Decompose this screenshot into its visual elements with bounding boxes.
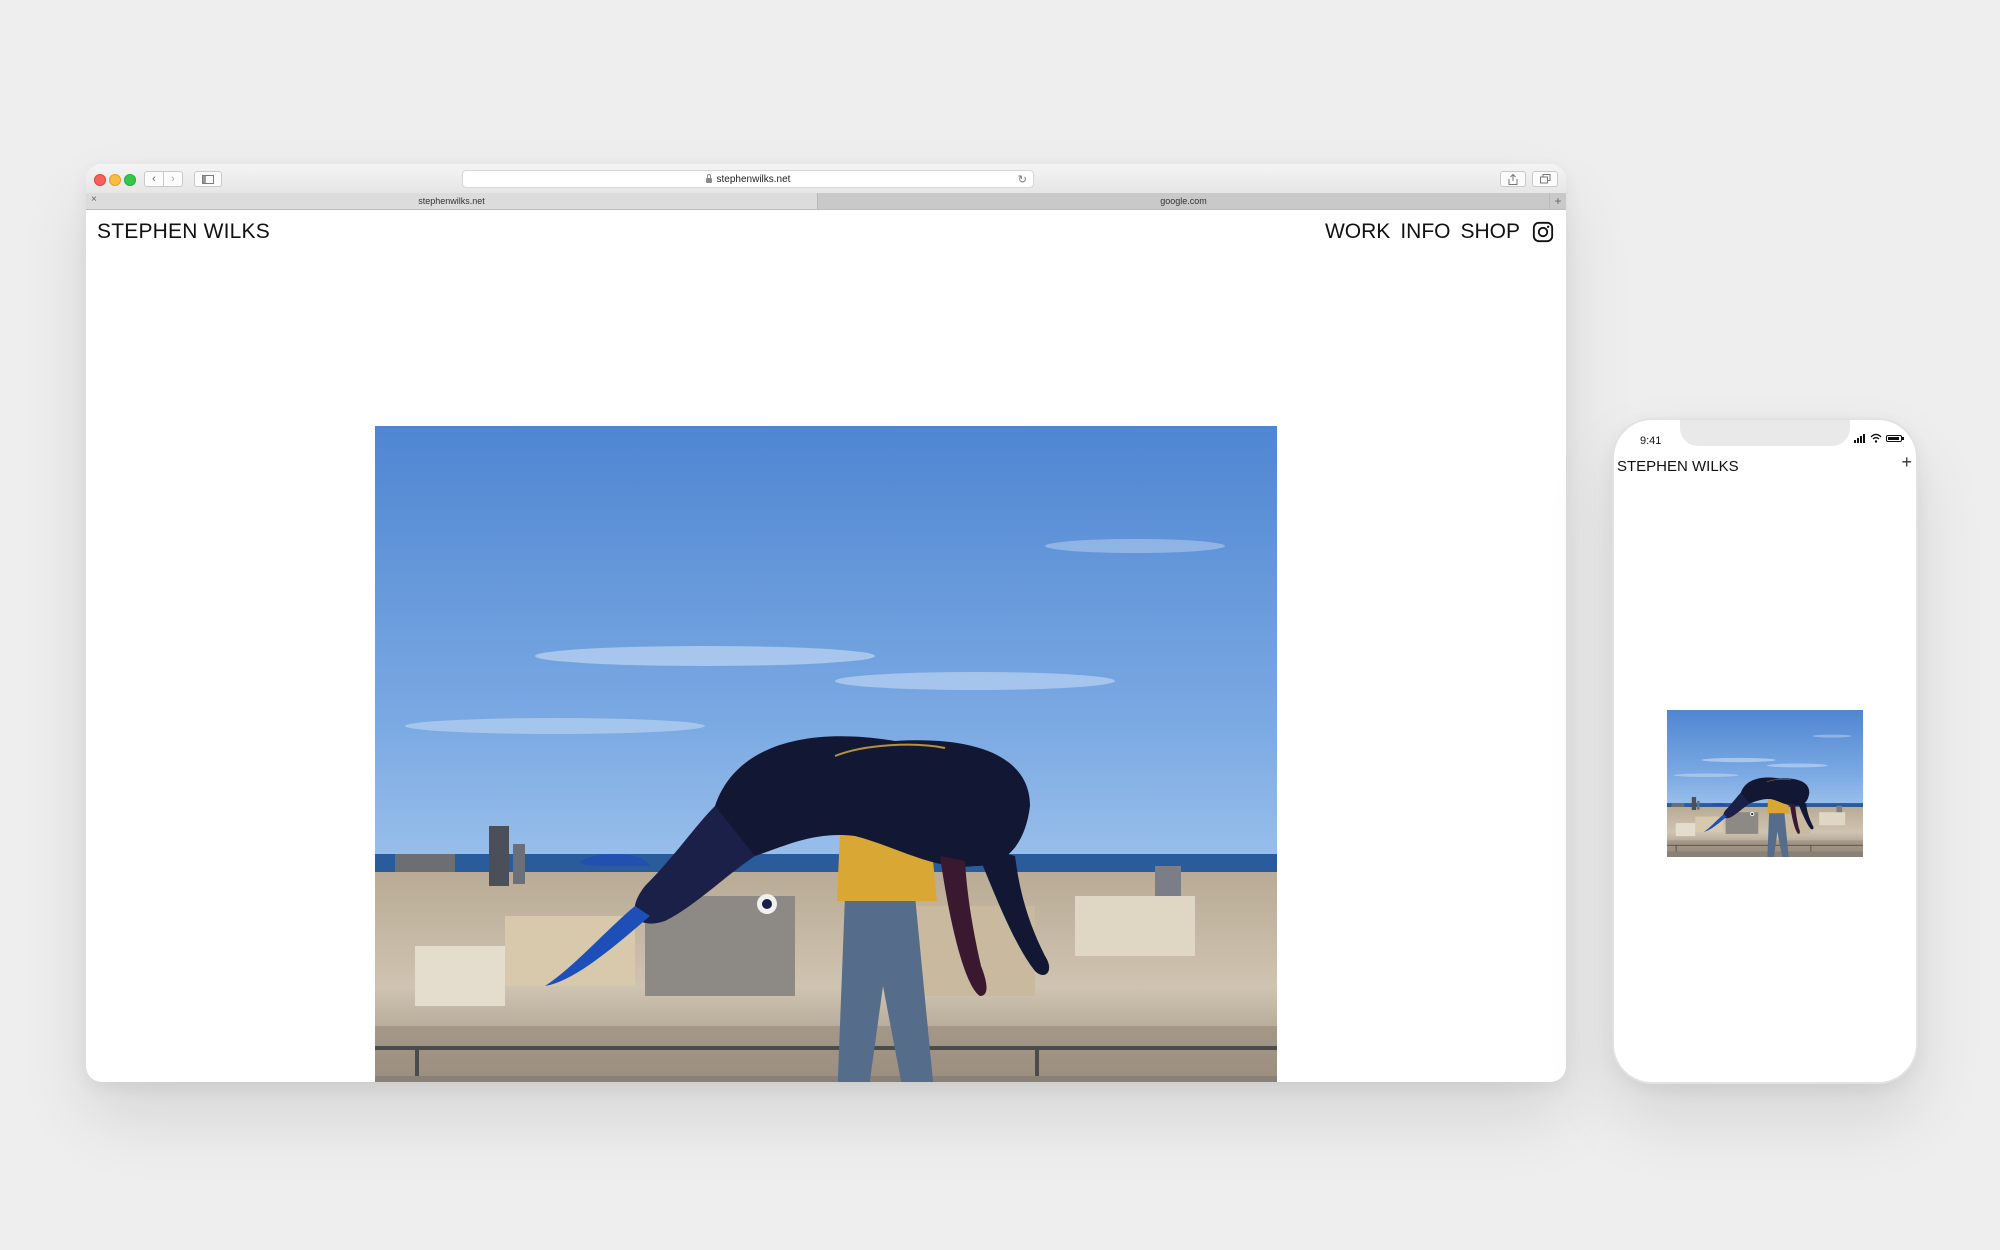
site-title[interactable]: STEPHEN WILKS xyxy=(97,220,270,244)
tab-google[interactable]: google.com xyxy=(818,193,1549,209)
nav-link-shop[interactable]: SHOP xyxy=(1460,220,1520,244)
nav-link-info[interactable]: INFO xyxy=(1400,220,1450,244)
zoom-window-button[interactable] xyxy=(124,174,136,186)
url-text: stephenwilks.net xyxy=(716,173,791,185)
close-window-button[interactable] xyxy=(94,174,106,186)
tab-stephenwilks[interactable]: × stephenwilks.net xyxy=(86,193,818,209)
phone-notch xyxy=(1680,420,1850,446)
minimize-window-button[interactable] xyxy=(109,174,121,186)
nav-link-work[interactable]: WORK xyxy=(1325,220,1390,244)
plus-menu-icon[interactable]: + xyxy=(1901,452,1912,473)
status-time: 9:41 xyxy=(1640,435,1662,447)
close-icon[interactable]: × xyxy=(91,194,97,205)
wifi-icon xyxy=(1870,433,1882,443)
tab-label: stephenwilks.net xyxy=(418,196,485,206)
sidebar-icon xyxy=(202,174,214,184)
forward-button[interactable]: › xyxy=(163,171,183,187)
battery-icon xyxy=(1886,435,1904,442)
chevron-left-icon: ‹ xyxy=(152,172,156,185)
plus-icon[interactable]: + xyxy=(1549,193,1566,209)
tab-label: google.com xyxy=(1160,196,1207,206)
reload-icon[interactable]: ↻ xyxy=(1018,173,1027,186)
lock-icon xyxy=(705,173,712,183)
instagram-icon[interactable] xyxy=(1532,221,1554,243)
tab-bar: × stephenwilks.net google.com + xyxy=(86,193,1566,210)
back-button[interactable]: ‹ xyxy=(144,171,164,187)
site-navigation: WORK INFO SHOP xyxy=(1325,220,1554,244)
browser-toolbar: ‹ › stephenwilks.net ↻ xyxy=(86,164,1566,194)
mobile-phone-mockup: 9:41 STEPHEN WILKS + xyxy=(1612,418,1918,1084)
phone-artwork-photo[interactable] xyxy=(1667,710,1863,857)
show-tabs-button[interactable] xyxy=(1532,171,1558,187)
sidebar-toggle-button[interactable] xyxy=(194,171,222,187)
chevron-right-icon: › xyxy=(171,172,175,185)
phone-site-title[interactable]: STEPHEN WILKS xyxy=(1617,458,1739,475)
share-button[interactable] xyxy=(1500,171,1526,187)
cellular-signal-icon xyxy=(1854,434,1866,443)
tabs-overview-icon xyxy=(1539,174,1550,184)
featured-artwork-photo[interactable] xyxy=(375,426,1277,1082)
desktop-browser-window: ‹ › stephenwilks.net ↻ × stephenwilks.ne… xyxy=(86,164,1566,1082)
address-bar[interactable]: stephenwilks.net ↻ xyxy=(462,170,1034,188)
status-bar-icons xyxy=(1854,433,1904,443)
share-icon xyxy=(1508,173,1518,185)
